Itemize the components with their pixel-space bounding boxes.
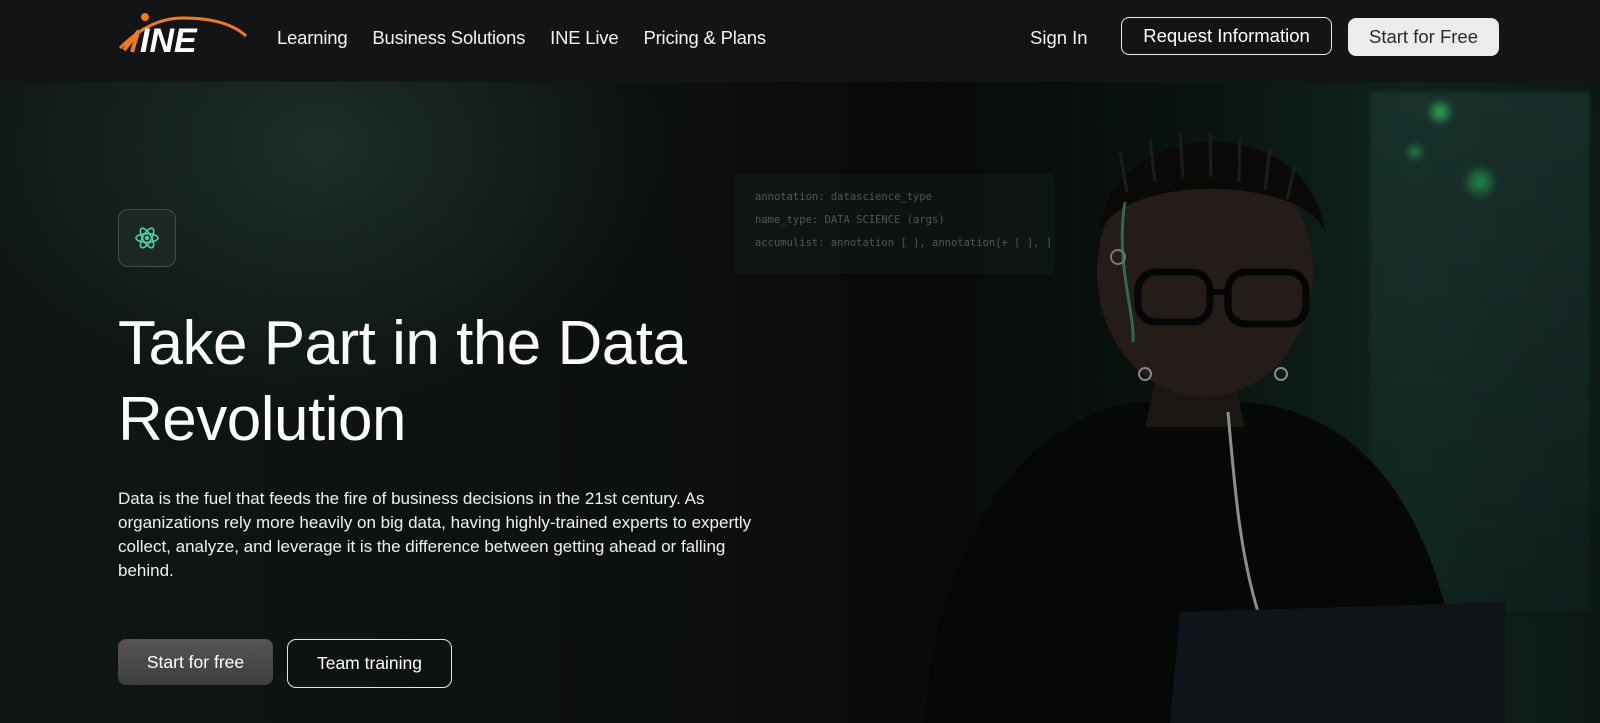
start-for-free-button[interactable]: Start for Free: [1348, 18, 1499, 56]
main-nav: Learning Business Solutions INE Live Pri…: [277, 26, 791, 50]
hero-title: Take Part in the Data Revolution: [118, 309, 687, 454]
nav-learning[interactable]: Learning: [277, 26, 348, 50]
nav-ine-live[interactable]: INE Live: [550, 26, 619, 50]
site-header: INE Learning Business Solutions INE Live…: [0, 0, 1600, 82]
hero-section: annotation: datascience_type name_type: …: [0, 82, 1600, 723]
request-information-button[interactable]: Request Information: [1121, 17, 1332, 55]
hero-description: Data is the fuel that feeds the fire of …: [118, 489, 752, 580]
nav-business-solutions[interactable]: Business Solutions: [372, 26, 525, 50]
ine-logo[interactable]: INE: [118, 12, 248, 56]
sign-in-link[interactable]: Sign In: [1030, 26, 1088, 50]
team-training-button[interactable]: Team training: [287, 639, 452, 688]
code-line: name_type: DATA SCIENCE (args): [755, 214, 945, 226]
code-line: annotation: datascience_type: [755, 191, 933, 203]
atom-icon: [135, 227, 159, 249]
atom-icon-badge: [118, 209, 176, 267]
nav-pricing-plans[interactable]: Pricing & Plans: [643, 26, 766, 50]
code-line: accumulist: annotation [ ], annotation[+…: [755, 237, 1053, 249]
svg-text:INE: INE: [140, 22, 198, 56]
code-snippet-overlay: annotation: datascience_type name_type: …: [735, 174, 1055, 274]
start-for-free-hero-button[interactable]: Start for free: [118, 639, 273, 685]
